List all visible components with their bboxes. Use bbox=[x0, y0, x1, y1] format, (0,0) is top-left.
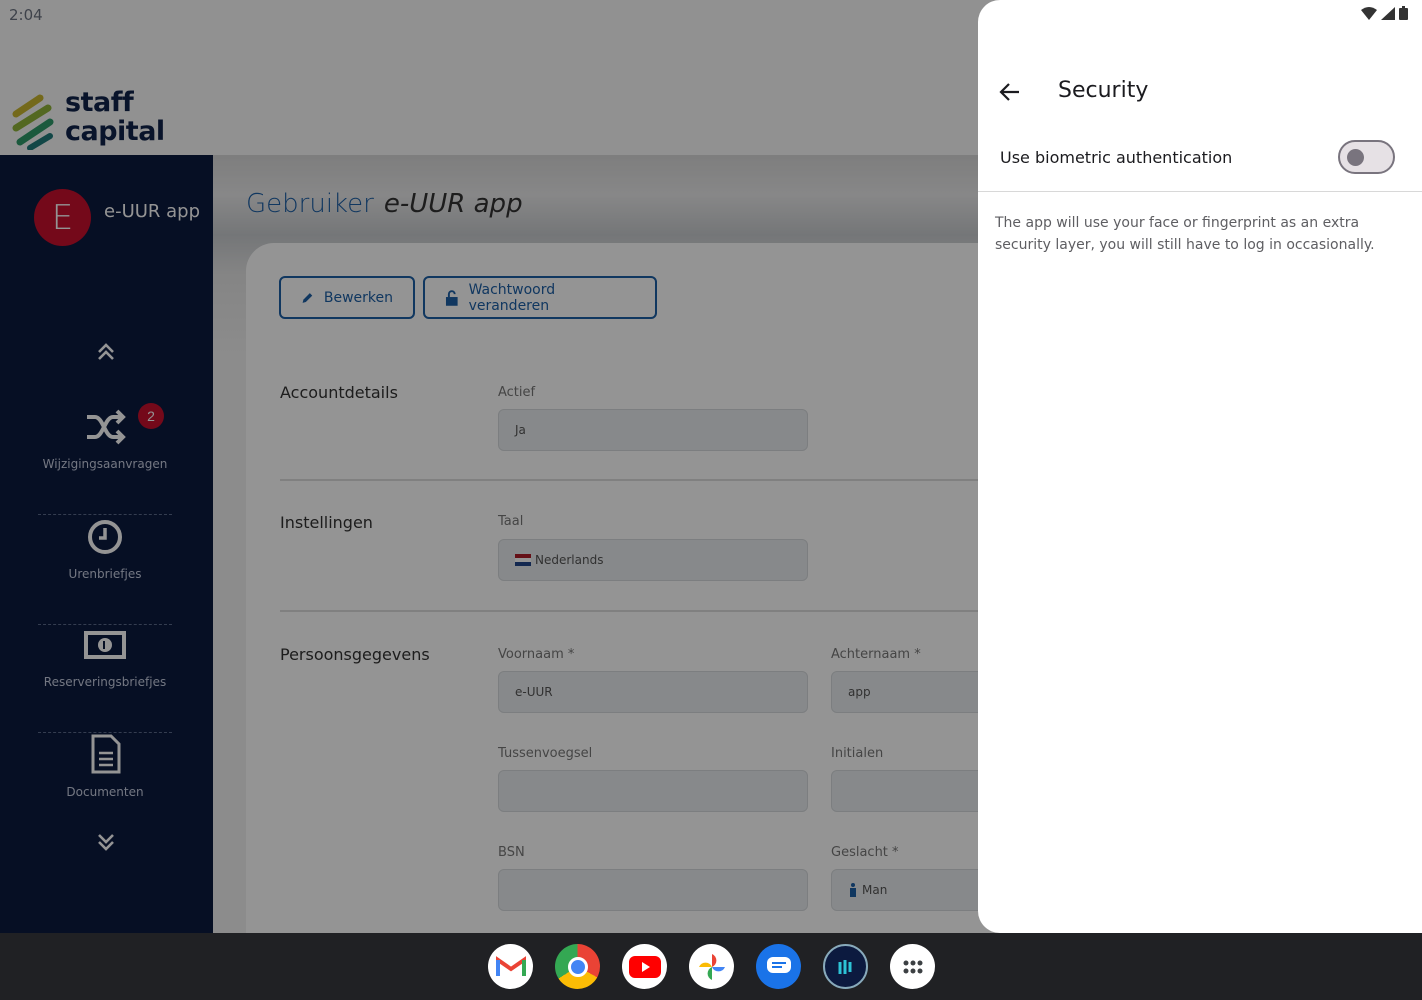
messages-icon[interactable] bbox=[756, 944, 801, 989]
battery-icon bbox=[1399, 6, 1408, 20]
taskbar bbox=[0, 933, 1422, 1000]
biometric-setting-row[interactable]: Use biometric authentication bbox=[978, 128, 1422, 192]
security-settings-panel: Security Use biometric authentication Th… bbox=[978, 0, 1422, 933]
youtube-icon[interactable] bbox=[622, 944, 667, 989]
wifi-icon bbox=[1361, 6, 1377, 20]
gmail-icon[interactable] bbox=[488, 944, 533, 989]
signal-icon bbox=[1381, 6, 1395, 20]
chrome-icon[interactable] bbox=[555, 944, 600, 989]
arrow-back-icon bbox=[999, 83, 1019, 101]
biometric-toggle[interactable] bbox=[1338, 140, 1395, 174]
launcher-icon[interactable] bbox=[890, 944, 935, 989]
back-button[interactable] bbox=[994, 76, 1026, 108]
app-dock bbox=[488, 944, 935, 989]
status-icons bbox=[1361, 6, 1408, 20]
biometric-description: The app will use your face or fingerprin… bbox=[995, 215, 1375, 253]
biometric-label: Use biometric authentication bbox=[1000, 148, 1233, 167]
app-icon[interactable] bbox=[823, 944, 868, 989]
toggle-knob bbox=[1347, 149, 1364, 166]
panel-title: Security bbox=[1058, 78, 1149, 103]
photos-icon[interactable] bbox=[689, 944, 734, 989]
